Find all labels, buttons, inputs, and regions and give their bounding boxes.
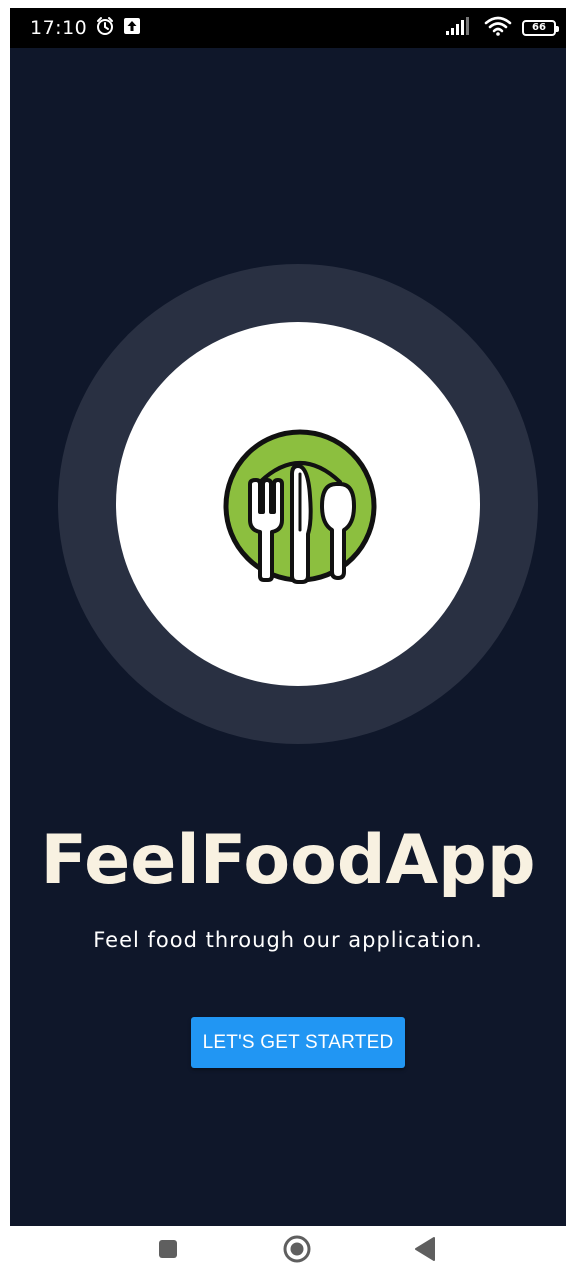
wifi-icon bbox=[484, 16, 512, 41]
app-screen: 17:10 66 FeelFoodApp Feel food through o… bbox=[10, 8, 566, 1226]
upload-notification-icon bbox=[123, 17, 141, 40]
battery-icon: 66 bbox=[522, 20, 559, 36]
plate-fork-knife-spoon-icon bbox=[223, 429, 377, 584]
back-icon[interactable] bbox=[410, 1234, 440, 1264]
status-right-group: 66 bbox=[446, 16, 559, 41]
signal-icon bbox=[446, 16, 474, 40]
status-bar: 17:10 66 bbox=[10, 8, 566, 48]
app-title: FeelFoodApp bbox=[40, 821, 536, 900]
alarm-icon bbox=[95, 16, 115, 41]
status-left-group: 17:10 bbox=[30, 16, 141, 40]
status-time: 17:10 bbox=[30, 17, 88, 39]
system-navigation-bar bbox=[0, 1226, 576, 1272]
home-icon[interactable] bbox=[282, 1234, 312, 1264]
recent-apps-icon[interactable] bbox=[153, 1234, 183, 1264]
get-started-button[interactable]: LET'S GET STARTED bbox=[191, 1017, 405, 1068]
battery-level: 66 bbox=[532, 22, 546, 33]
app-tagline: Feel food through our application. bbox=[93, 928, 483, 952]
